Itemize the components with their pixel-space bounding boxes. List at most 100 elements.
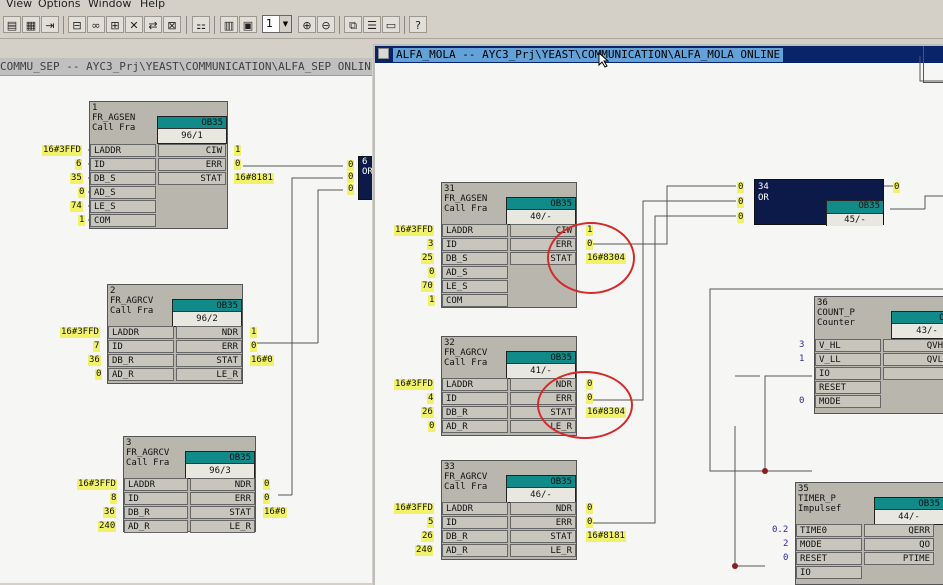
pin-QERR[interactable]: QERR — [864, 524, 934, 537]
pin-PTIME[interactable]: PTIME — [864, 552, 934, 565]
pin-LE_R[interactable]: LE_R — [176, 368, 242, 381]
value-DB_R[interactable]: 26 — [421, 407, 434, 418]
pin-LADDR[interactable]: LADDR — [442, 502, 508, 515]
value-ID[interactable]: 6 — [75, 159, 83, 170]
pin-ID[interactable]: ID — [108, 340, 174, 353]
pin-STAT[interactable]: STAT — [510, 530, 576, 543]
pin-ID[interactable]: ID — [442, 238, 508, 251]
right-chart-window[interactable]: ALFA_MOLA -- AYC3_Prj\YEAST\COMMUNICATIO… — [373, 44, 943, 585]
value-ID[interactable]: 5 — [427, 517, 435, 528]
value-ID[interactable]: 7 — [93, 341, 101, 352]
pin-LADDR[interactable]: LADDR — [90, 144, 156, 157]
pin-DB_S[interactable]: DB_S — [442, 252, 508, 265]
zoom-select[interactable]: 1 ▼ — [262, 15, 292, 33]
pin-DB_R[interactable]: DB_R — [124, 506, 188, 519]
pin-QO[interactable]: QO — [864, 538, 934, 551]
value-AD_R[interactable]: 0 — [428, 421, 436, 432]
value-LADDR[interactable]: 16#3FFD — [394, 503, 434, 514]
pin-MODE[interactable]: MODE — [796, 538, 862, 551]
pin-AD_R[interactable]: AD_R — [124, 520, 188, 533]
pin-LADDR[interactable]: LADDR — [442, 378, 508, 391]
pin-DB_S[interactable]: DB_S — [90, 172, 156, 185]
value-DB_S[interactable]: 25 — [421, 253, 434, 264]
value-LADDR[interactable]: 16#3FFD — [77, 479, 117, 490]
pin-LE_R[interactable]: LE_R — [190, 520, 255, 533]
table-icon[interactable]: ▣ — [239, 16, 257, 33]
pin-COM[interactable]: COM — [90, 214, 156, 227]
value-V_HL[interactable]: 3 — [798, 340, 805, 351]
value-COM[interactable]: 1 — [428, 295, 436, 306]
pin-IO[interactable]: IO — [815, 367, 881, 380]
chevron-down-icon[interactable]: ▼ — [279, 16, 291, 32]
value-MODE[interactable]: 0 — [798, 396, 805, 407]
value-AD_S[interactable]: 0 — [428, 267, 436, 278]
pin-MODE[interactable]: MODE — [815, 395, 881, 408]
pin-ERR[interactable]: ERR — [158, 158, 226, 171]
value-LADDR[interactable]: 16#3FFD — [42, 145, 82, 156]
pin-NDR[interactable]: NDR — [190, 478, 255, 491]
compile-icon[interactable]: ⇄ — [144, 16, 162, 33]
value-AD_R[interactable]: 240 — [98, 521, 117, 532]
window3-icon[interactable]: ▭ — [382, 16, 400, 33]
value-LE_S[interactable]: 74 — [70, 201, 83, 212]
pin-ERR[interactable]: ERR — [190, 492, 255, 505]
pin-AD_S[interactable]: AD_S — [90, 186, 156, 199]
pin-LE_R[interactable]: LE_R — [510, 544, 576, 557]
menu-options[interactable]: Options — [38, 0, 80, 10]
print-icon[interactable]: ⇥ — [41, 16, 59, 33]
pin-LADDR[interactable]: LADDR — [124, 478, 188, 491]
pin-ID[interactable]: ID — [90, 158, 156, 171]
pin-TIME0[interactable]: TIME0 — [796, 524, 862, 537]
window-icon[interactable]: ⧉ — [344, 16, 362, 33]
pin-CIW[interactable]: CIW — [158, 144, 226, 157]
value-LADDR[interactable]: 16#3FFD — [394, 379, 434, 390]
monitor-icon[interactable]: ⊟ — [68, 16, 86, 33]
pin-NDR[interactable]: NDR — [510, 502, 576, 515]
open-icon[interactable]: ▤ — [3, 16, 21, 33]
insert-icon[interactable]: ✕ — [125, 16, 143, 33]
value-DB_R[interactable]: 36 — [103, 507, 116, 518]
menu-help[interactable]: Help — [140, 0, 165, 10]
pin-LE_S[interactable]: LE_S — [90, 200, 156, 213]
value-ID[interactable]: 8 — [110, 493, 118, 504]
glasses-icon[interactable]: ∞ — [87, 16, 105, 33]
pin-LE_S[interactable]: LE_S — [442, 280, 508, 293]
pin-STAT[interactable]: STAT — [158, 172, 226, 185]
menu-view[interactable]: View — [6, 0, 32, 10]
pin-V_LL[interactable]: V_LL — [815, 353, 881, 366]
pin-AD_S[interactable]: AD_S — [442, 266, 508, 279]
value-LADDR[interactable]: 16#3FFD — [394, 225, 434, 236]
pin-ID[interactable]: ID — [124, 492, 188, 505]
value-COM[interactable]: 1 — [78, 215, 86, 226]
pin-STAT[interactable]: STAT — [176, 354, 242, 367]
value-LADDR[interactable]: 16#3FFD — [60, 327, 100, 338]
pin-RESET[interactable]: RESET — [815, 381, 881, 394]
pin-IO[interactable]: IO — [796, 566, 862, 579]
pin-LADDR[interactable]: LADDR — [442, 224, 508, 237]
value-MODE[interactable]: 2 — [782, 539, 789, 550]
value-V_LL[interactable]: 1 — [798, 354, 805, 365]
or-block-left[interactable]: 6 OR — [358, 156, 372, 200]
pin-empty[interactable] — [883, 367, 943, 380]
value-AD_S[interactable]: 0 — [78, 187, 86, 198]
value-ID[interactable]: 4 — [427, 393, 435, 404]
pin-DB_R[interactable]: DB_R — [442, 530, 508, 543]
pin-ERR[interactable]: ERR — [510, 516, 576, 529]
value-RESET[interactable]: 0 — [782, 553, 789, 564]
grid-icon[interactable]: ⊠ — [163, 16, 181, 33]
pin-ID[interactable]: ID — [442, 516, 508, 529]
value-DB_S[interactable]: 35 — [70, 173, 83, 184]
pin-NDR[interactable]: NDR — [176, 326, 242, 339]
pin-DB_R[interactable]: DB_R — [442, 406, 508, 419]
left-chart-window[interactable]: COMMU_SEP -- AYC3_Prj\YEAST\COMMUNICATIO… — [0, 58, 372, 583]
pin-V_HL[interactable]: V_HL — [815, 339, 881, 352]
zoom-in-icon[interactable]: ⊕ — [298, 16, 316, 33]
pin-DB_R[interactable]: DB_R — [108, 354, 174, 367]
pin-AD_R[interactable]: AD_R — [108, 368, 174, 381]
value-DB_R[interactable]: 26 — [421, 531, 434, 542]
pin-AD_R[interactable]: AD_R — [442, 420, 508, 433]
tile-icon[interactable]: ▥ — [220, 16, 238, 33]
value-DB_R[interactable]: 36 — [88, 355, 101, 366]
zoom-out-icon[interactable]: ⊖ — [317, 16, 335, 33]
pin-RESET[interactable]: RESET — [796, 552, 862, 565]
